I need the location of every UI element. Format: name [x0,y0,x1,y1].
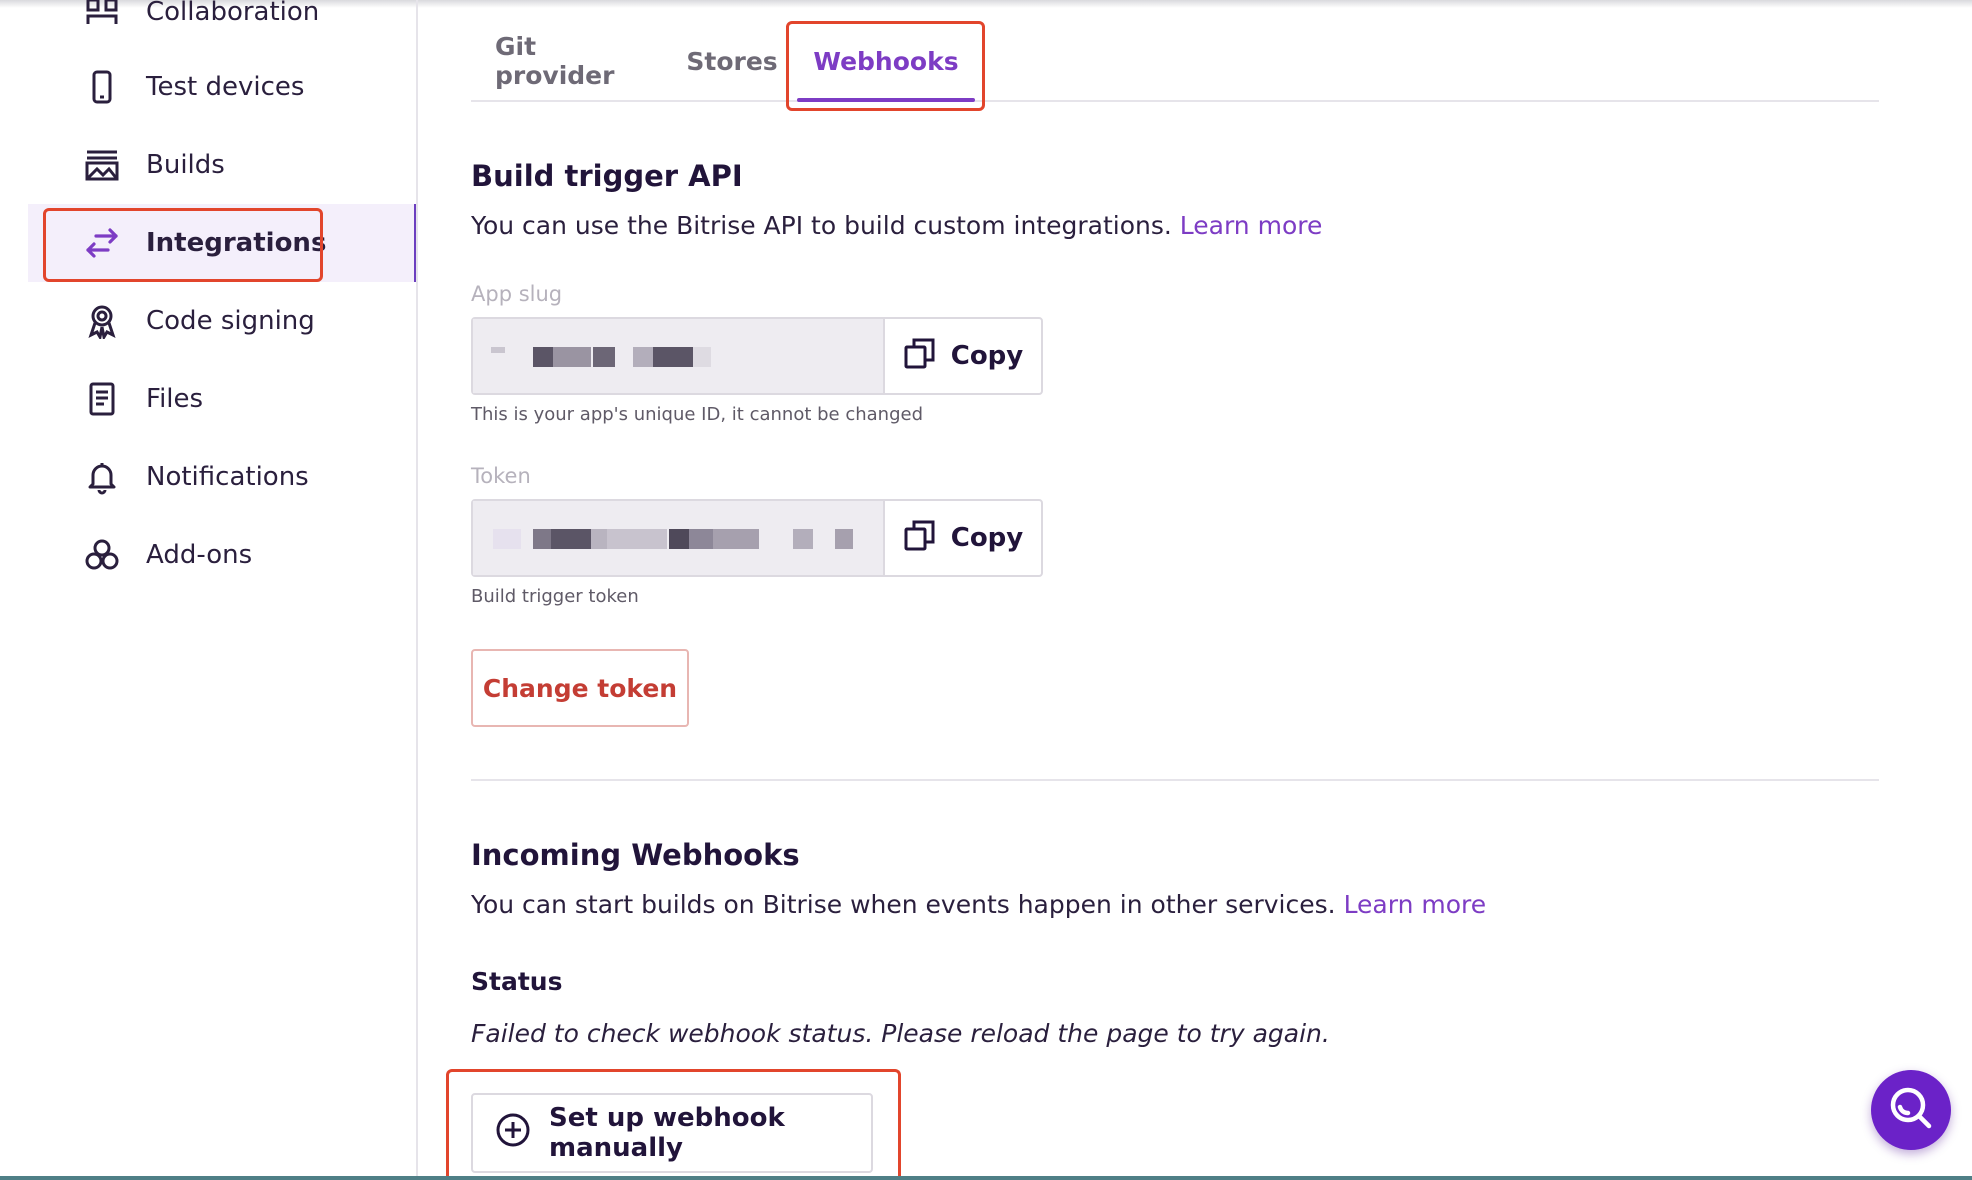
token-value[interactable] [473,501,885,575]
tab-stores[interactable]: Stores [686,20,777,102]
change-token-button[interactable]: Change token [471,649,689,727]
incoming-webhooks-learn-more-link[interactable]: Learn more [1344,890,1487,919]
build-trigger-title: Build trigger API [471,159,743,193]
plus-circle-icon [495,1112,531,1155]
token-field: Copy [471,499,1043,577]
copy-icon [903,336,937,377]
setup-webhook-manually-button[interactable]: Set up webhook manually [471,1093,873,1173]
app-slug-copy-button[interactable]: Copy [885,319,1041,393]
build-trigger-description-text: You can use the Bitrise API to build cus… [471,211,1172,240]
bell-icon [80,455,124,499]
tab-webhooks[interactable]: Webhooks [797,20,975,102]
sidebar-item-collaboration[interactable]: Collaboration [28,0,416,51]
sidebar-item-label: Collaboration [146,0,320,27]
redaction-block [593,347,615,367]
sidebar-item-label: Test devices [146,72,305,102]
bottom-edge [0,1176,1972,1180]
phone-icon [80,65,124,109]
tab-git-provider[interactable]: Git provider [495,20,641,102]
copy-icon [903,518,937,559]
sidebar-item-label: Add-ons [146,540,253,570]
status-message: Failed to check webhook status. Please r… [471,1019,1330,1048]
redaction-block [553,347,591,367]
builds-icon [80,143,124,187]
sidebar-item-code-signing[interactable]: Code signing [28,282,416,360]
redaction-block [669,529,689,549]
redaction-block [491,347,505,353]
sidebar-item-test-devices[interactable]: Test devices [28,48,416,126]
token-hint: Build trigger token [471,586,639,607]
build-trigger-description: You can use the Bitrise API to build cus… [471,211,1322,240]
app-slug-field: Copy [471,317,1043,395]
app-slug-label: App slug [471,282,563,306]
redaction-block [533,347,553,367]
copy-button-label: Copy [950,341,1024,371]
sidebar-item-builds[interactable]: Builds [28,126,416,204]
sidebar-item-integrations[interactable]: Integrations [28,204,416,282]
redaction-block [533,529,551,549]
status-label: Status [471,967,563,996]
sidebar-item-add-ons[interactable]: Add-ons [28,516,416,594]
sidebar-item-label: Notifications [146,462,309,492]
redaction-block [591,529,607,549]
redaction-block [653,347,693,367]
collaboration-icon [80,0,124,34]
sidebar-item-label: Integrations [146,228,327,258]
badge-icon [80,299,124,343]
sidebar-item-label: Code signing [146,306,315,336]
token-label: Token [471,464,531,488]
token-copy-button[interactable]: Copy [885,501,1041,575]
search-help-button[interactable] [1871,1070,1951,1150]
addons-icon [80,533,124,577]
redaction-block [693,347,711,367]
incoming-webhooks-title: Incoming Webhooks [471,838,800,872]
app-slug-value[interactable] [473,319,885,393]
section-divider [471,779,1879,781]
redaction-block [713,529,759,549]
redaction-block [633,347,653,367]
redaction-block [493,529,521,549]
app-slug-hint: This is your app's unique ID, it cannot … [471,404,923,425]
file-icon [80,377,124,421]
incoming-webhooks-description: You can start builds on Bitrise when eve… [471,890,1486,919]
setup-webhook-label: Set up webhook manually [549,1103,785,1163]
copy-button-label: Copy [950,523,1024,553]
tab-bar: Git provider Stores Webhooks [471,20,1879,102]
sidebar-item-files[interactable]: Files [28,360,416,438]
redaction-block [689,529,713,549]
search-icon [1886,1083,1936,1137]
arrows-exchange-icon [80,221,124,265]
sidebar: Collaboration Test devices Builds Integr… [0,0,418,1180]
incoming-webhooks-description-text: You can start builds on Bitrise when eve… [471,890,1336,919]
redaction-block [835,529,853,549]
redaction-block [793,529,813,549]
sidebar-item-label: Files [146,384,204,414]
build-trigger-learn-more-link[interactable]: Learn more [1180,211,1323,240]
redaction-block [551,529,591,549]
sidebar-item-notifications[interactable]: Notifications [28,438,416,516]
sidebar-item-label: Builds [146,150,225,180]
redaction-block [607,529,667,549]
